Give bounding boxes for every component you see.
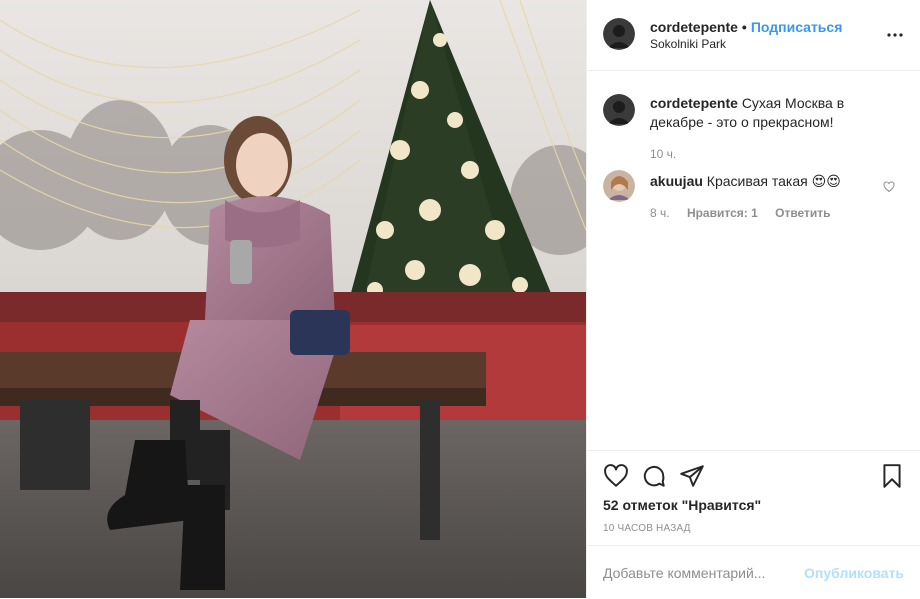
author-username[interactable]: cordetepente	[650, 19, 738, 35]
likes-count[interactable]: 52 отметок "Нравится"	[603, 497, 761, 513]
follow-button[interactable]: Подписаться	[751, 19, 843, 35]
caption-body: cordetepente Сухая Москва в декабре - эт…	[650, 94, 890, 132]
more-horizontal-icon[interactable]	[886, 26, 904, 44]
post-header: cordetepente • Подписаться Sokolniki Park	[587, 0, 920, 71]
reply-button[interactable]: Ответить	[775, 206, 830, 220]
heart-icon[interactable]	[603, 463, 629, 489]
commenter-avatar[interactable]	[603, 170, 635, 202]
comment-input[interactable]	[603, 564, 803, 582]
caption-username[interactable]: cordetepente	[650, 95, 738, 111]
author-username-row: cordetepente • Подписаться	[650, 19, 842, 35]
bookmark-icon[interactable]	[879, 463, 905, 489]
heart-icon[interactable]	[883, 180, 895, 193]
author-avatar[interactable]	[603, 18, 635, 50]
comment-likes-count[interactable]: Нравится: 1	[687, 206, 758, 220]
caption-meta: 10 ч.	[650, 147, 690, 161]
share-icon[interactable]	[679, 463, 705, 489]
caption-age[interactable]: 10 ч.	[650, 147, 676, 161]
separator-dot: •	[741, 19, 747, 35]
post-timestamp[interactable]: 10 ЧАСОВ НАЗАД	[603, 523, 691, 534]
comment-meta: 8 ч. Нравится: 1 Ответить	[650, 206, 845, 220]
post-sidebar: cordetepente • Подписаться Sokolniki Park	[586, 0, 920, 598]
post-photo[interactable]	[0, 0, 586, 598]
comment-body: akuujau Красивая такая 😍😍	[650, 172, 890, 191]
post-modal: cordetepente • Подписаться Sokolniki Park	[0, 0, 920, 598]
comment-age[interactable]: 8 ч.	[650, 206, 670, 220]
photo-illustration	[0, 0, 586, 598]
location-link[interactable]: Sokolniki Park	[650, 37, 726, 51]
publish-button[interactable]: Опубликовать	[804, 565, 904, 581]
post-actions: 52 отметок "Нравится" 10 ЧАСОВ НАЗАД Опу…	[587, 450, 920, 598]
comment-username[interactable]: akuujau	[650, 173, 703, 189]
caption-author-avatar[interactable]	[603, 94, 635, 126]
add-comment-bar: Опубликовать	[587, 545, 920, 599]
comment-icon[interactable]	[641, 463, 667, 489]
comment-text: Красивая такая 😍😍	[706, 173, 841, 189]
